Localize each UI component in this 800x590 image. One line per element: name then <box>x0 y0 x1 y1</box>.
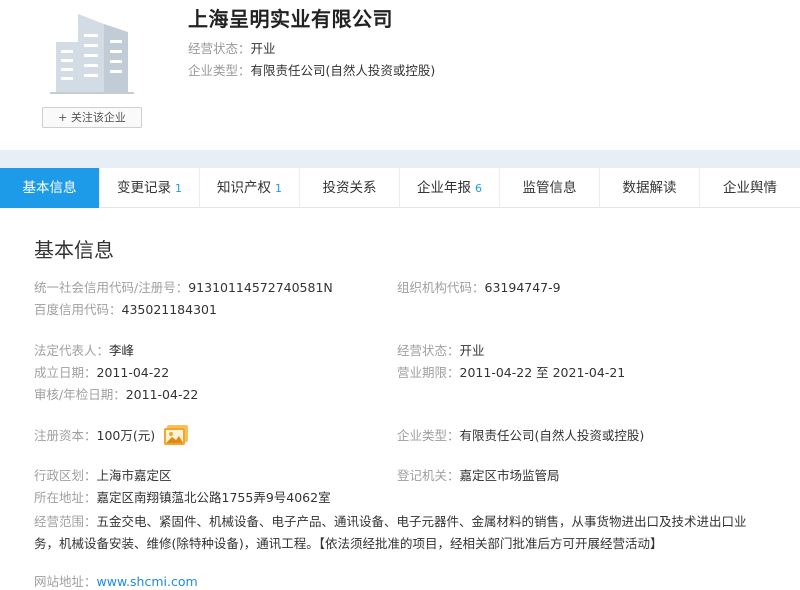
field-district: 行政区划：上海市嘉定区 <box>34 465 172 484</box>
field-value: 435021184301 <box>121 302 217 317</box>
field-value: 嘉定区南翔镇蕰北公路1755弄9号4062室 <box>96 490 331 505</box>
tab-count: 1 <box>175 182 182 195</box>
tab-label: 基本信息 <box>22 180 77 196</box>
field-org-code: 组织机构代码：63194747-9 <box>397 277 561 296</box>
field-business-scope: 经营范围：五金交电、紧固件、机械设备、电子产品、通讯设备、电子元器件、金属材料的… <box>34 511 754 555</box>
field-label: 统一社会信用代码/注册号： <box>34 280 189 295</box>
field-label: 经营状态： <box>397 343 460 358</box>
tab-basic-info[interactable]: 基本信息 <box>0 168 100 208</box>
field-label: 审核/年检日期： <box>34 387 126 402</box>
tab-intellectual-property[interactable]: 知识产权 1 <box>200 168 300 208</box>
divider-band <box>0 150 800 168</box>
field-website: 网站地址：www.shcmi.com <box>34 571 198 590</box>
header-status-value: 开业 <box>250 41 276 56</box>
website-link[interactable]: www.shcmi.com <box>97 574 198 589</box>
field-company-type: 企业类型：有限责任公司(自然人投资或控股) <box>397 425 644 444</box>
field-value: 2011-04-22 <box>96 365 170 380</box>
field-authority: 登记机关：嘉定区市场监管局 <box>397 465 560 484</box>
tab-label: 企业年报 <box>417 180 471 196</box>
field-address: 所在地址：嘉定区南翔镇蕰北公路1755弄9号4062室 <box>34 487 331 506</box>
tab-bar: 基本信息 变更记录 1 知识产权 1 投资关系 企业年报 6 监管信息 数据解读 企业… <box>0 168 800 208</box>
field-biz-status: 经营状态：开业 <box>397 340 485 359</box>
tab-label: 数据解读 <box>622 180 677 196</box>
field-value: 开业 <box>459 343 485 358</box>
field-label: 企业类型： <box>397 428 460 443</box>
company-name: 上海呈明实业有限公司 <box>188 7 393 31</box>
tab-label: 监管信息 <box>522 180 577 196</box>
field-label: 网站地址： <box>34 574 97 589</box>
field-label: 法定代表人： <box>34 343 110 358</box>
field-value: 2011-04-22 至 2021-04-21 <box>459 365 626 380</box>
header-status-row: 经营状态：开业 <box>188 38 276 57</box>
section-title: 基本信息 <box>34 238 114 262</box>
company-header: + 关注该企业 上海呈明实业有限公司 经营状态：开业 企业类型：有限责任公司(自… <box>0 0 800 150</box>
header-type-label: 企业类型： <box>188 63 251 78</box>
tab-regulation[interactable]: 监管信息 <box>500 168 600 208</box>
field-value: 2011-04-22 <box>125 387 199 402</box>
tab-label: 投资关系 <box>322 180 377 196</box>
field-label: 注册资本： <box>34 428 97 443</box>
field-legal-rep: 法定代表人：李峰 <box>34 340 134 359</box>
field-capital: 注册资本：100万(元) <box>34 424 189 449</box>
field-label: 组织机构代码： <box>397 280 485 295</box>
field-value: 有限责任公司(自然人投资或控股) <box>459 428 645 443</box>
follow-company-button[interactable]: + 关注该企业 <box>42 107 142 128</box>
tab-count: 1 <box>275 182 282 195</box>
tab-label: 变更记录 <box>117 180 171 196</box>
field-value: 上海市嘉定区 <box>96 468 172 483</box>
field-value: 嘉定区市场监管局 <box>459 468 560 483</box>
header-type-value: 有限责任公司(自然人投资或控股) <box>250 63 436 78</box>
tab-annual-reports[interactable]: 企业年报 6 <box>400 168 500 208</box>
field-value: 五金交电、紧固件、机械设备、电子产品、通讯设备、电子元器件、金属材料的销售，从事… <box>34 514 747 551</box>
image-icon[interactable] <box>163 424 189 449</box>
field-label: 经营范围： <box>34 514 97 529</box>
field-label: 登记机关： <box>397 468 460 483</box>
tab-investment[interactable]: 投资关系 <box>300 168 400 208</box>
field-value: 91310114572740581N <box>188 280 333 295</box>
field-label: 行政区划： <box>34 468 97 483</box>
field-label: 成立日期： <box>34 365 97 380</box>
building-logo-icon <box>44 8 140 100</box>
field-value: 100万(元) <box>96 428 156 443</box>
field-established: 成立日期：2011-04-22 <box>34 362 169 381</box>
field-baidu-code: 百度信用代码：435021184301 <box>34 299 217 318</box>
tab-label: 知识产权 <box>217 180 271 196</box>
field-label: 营业期限： <box>397 365 460 380</box>
field-credit-code: 统一社会信用代码/注册号：91310114572740581N <box>34 277 333 296</box>
tab-data-analysis[interactable]: 数据解读 <box>600 168 700 208</box>
tab-public-opinion[interactable]: 企业舆情 <box>700 168 800 208</box>
tab-count: 6 <box>475 182 482 195</box>
field-value: 63194747-9 <box>484 280 561 295</box>
field-approval-date: 审核/年检日期：2011-04-22 <box>34 384 198 403</box>
field-term: 营业期限：2011-04-22 至 2021-04-21 <box>397 362 625 381</box>
tab-label: 企业舆情 <box>723 180 777 196</box>
field-label: 百度信用代码： <box>34 302 122 317</box>
header-status-label: 经营状态： <box>188 41 251 56</box>
header-type-row: 企业类型：有限责任公司(自然人投资或控股) <box>188 60 435 79</box>
tab-change-records[interactable]: 变更记录 1 <box>100 168 200 208</box>
field-value: 李峰 <box>109 343 135 358</box>
field-label: 所在地址： <box>34 490 97 505</box>
